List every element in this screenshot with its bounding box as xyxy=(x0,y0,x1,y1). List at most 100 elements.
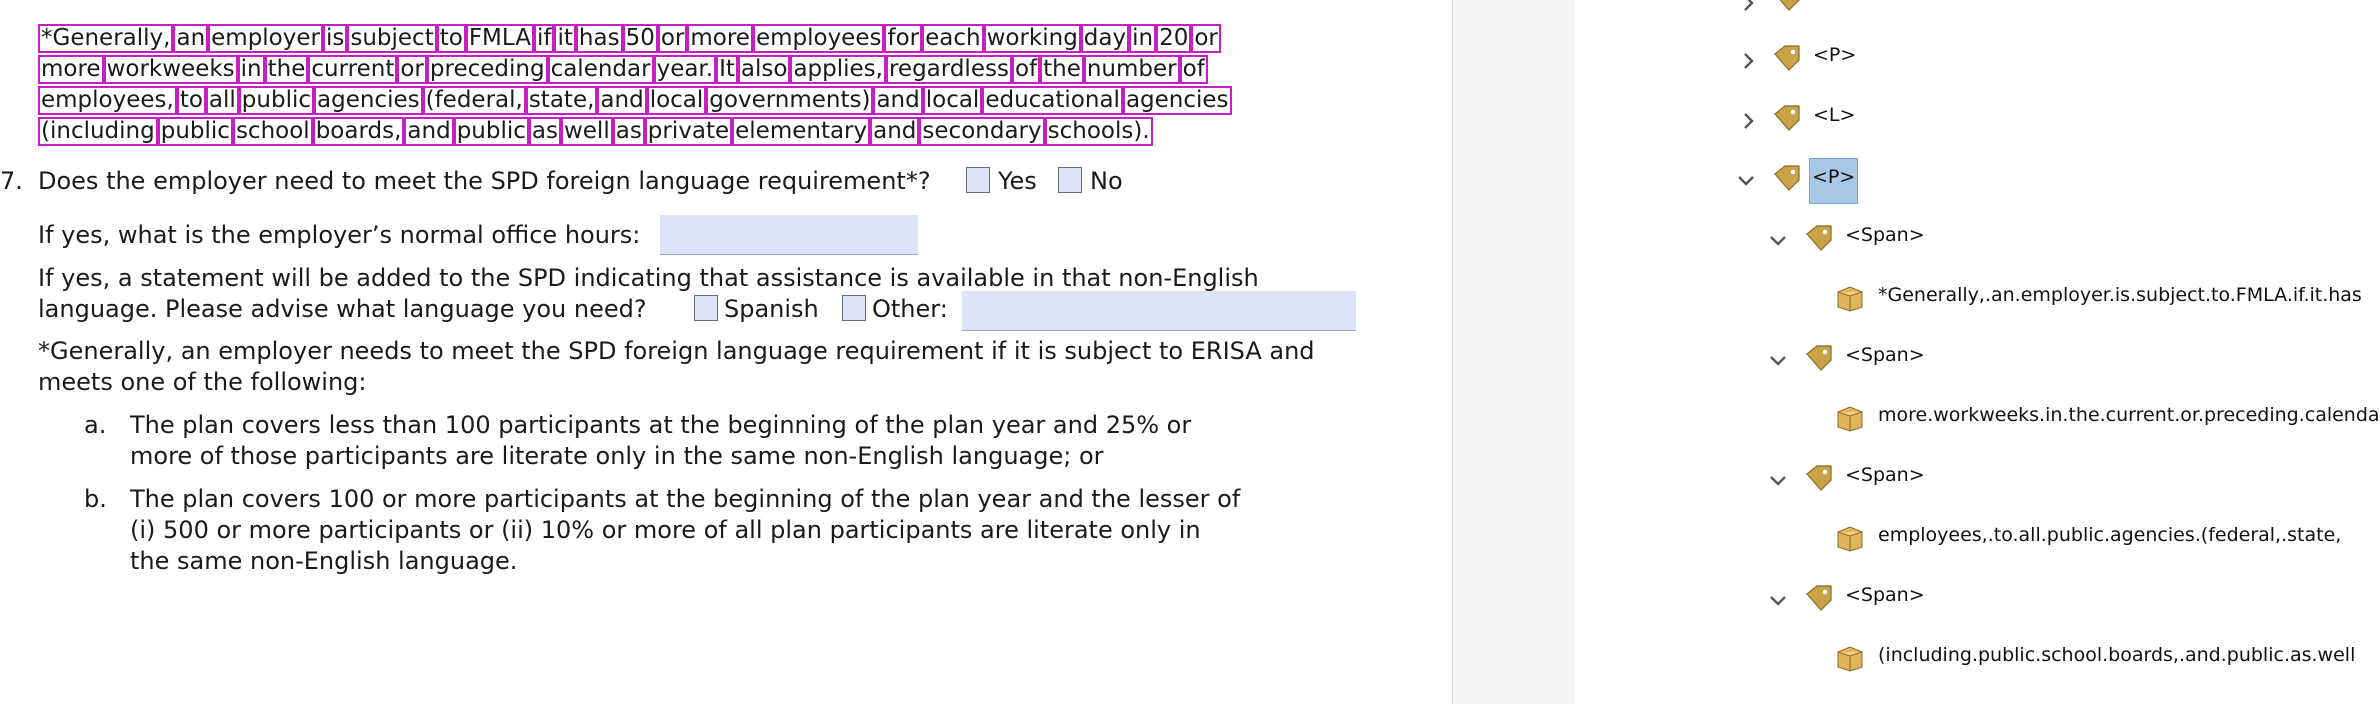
tree-node-label[interactable]: <L> xyxy=(1813,103,1855,127)
highlighted-word[interactable]: number xyxy=(1083,55,1180,84)
highlighted-word[interactable]: public xyxy=(157,117,233,146)
highlighted-word[interactable]: governments) xyxy=(706,86,874,115)
highlighted-word[interactable]: (federal, xyxy=(422,86,526,115)
highlighted-word[interactable]: public xyxy=(453,117,529,146)
highlighted-word[interactable]: and xyxy=(870,117,920,146)
highlighted-word[interactable]: secondary xyxy=(919,117,1045,146)
tree-node-label[interactable]: <Span> xyxy=(1845,463,1925,487)
highlighted-word[interactable]: to xyxy=(176,86,206,115)
highlighted-word[interactable]: all xyxy=(205,86,239,115)
highlighted-word[interactable]: the xyxy=(1040,55,1084,84)
highlighted-word[interactable]: employees xyxy=(752,24,885,53)
chevron-right-icon[interactable] xyxy=(1740,112,1758,130)
highlighted-word[interactable]: or xyxy=(657,24,688,53)
highlighted-word[interactable]: also xyxy=(737,55,791,84)
highlighted-word[interactable]: school xyxy=(232,117,313,146)
tree-node-label[interactable]: <Span> xyxy=(1845,583,1925,607)
tag-icon xyxy=(1774,165,1800,191)
tree-node-label-selected[interactable]: <P> xyxy=(1809,158,1859,204)
highlighted-word[interactable]: or xyxy=(397,55,427,84)
highlighted-word[interactable]: for xyxy=(884,24,923,53)
chevron-right-icon[interactable] xyxy=(1740,0,1758,12)
highlighted-word[interactable]: local xyxy=(922,86,983,115)
highlighted-word[interactable]: or xyxy=(1191,24,1221,53)
highlighted-word[interactable]: public xyxy=(238,86,314,115)
no-checkbox[interactable] xyxy=(1058,167,1082,193)
highlighted-word[interactable]: more xyxy=(687,24,753,53)
chevron-right-icon[interactable] xyxy=(1740,52,1758,70)
question-number: 7. xyxy=(0,167,23,195)
chevron-down-icon[interactable] xyxy=(1769,472,1787,490)
highlighted-word[interactable]: day xyxy=(1080,24,1130,53)
highlighted-word[interactable]: employer xyxy=(208,24,323,53)
highlighted-word[interactable]: each xyxy=(922,24,984,53)
highlighted-word[interactable]: as xyxy=(528,117,561,146)
highlighted-line: (including public school boards, and public as… xyxy=(38,117,1153,146)
highlighted-word[interactable]: regardless xyxy=(885,55,1012,84)
highlighted-word[interactable]: FMLA xyxy=(465,24,534,53)
other-language-field[interactable] xyxy=(962,291,1356,331)
highlighted-word[interactable]: more xyxy=(38,55,104,84)
chevron-down-icon[interactable] xyxy=(1769,232,1787,250)
pane-divider xyxy=(1452,0,1576,704)
yes-checkbox[interactable] xyxy=(966,167,990,193)
highlighted-word[interactable]: and xyxy=(404,117,454,146)
other-checkbox[interactable] xyxy=(842,295,866,321)
highlighted-word[interactable]: applies, xyxy=(790,55,886,84)
highlighted-word[interactable]: preceding xyxy=(426,55,548,84)
highlighted-word[interactable]: *Generally, xyxy=(38,24,174,53)
highlighted-word[interactable]: current xyxy=(308,55,398,84)
tree-content-label[interactable]: more.workweeks.in.the.current.or.precedi… xyxy=(1878,403,2380,427)
highlighted-word[interactable]: year. xyxy=(653,55,717,84)
highlighted-word[interactable]: and xyxy=(597,86,647,115)
highlighted-word[interactable]: 20 xyxy=(1156,24,1192,53)
tree-content-label[interactable]: (including.public.school.boards,.and.pub… xyxy=(1878,643,2355,667)
highlighted-word[interactable]: in xyxy=(1129,24,1157,53)
highlighted-word[interactable]: the xyxy=(264,55,309,84)
chevron-down-icon[interactable] xyxy=(1737,172,1755,190)
highlighted-word[interactable]: agencies xyxy=(314,86,423,115)
highlighted-word[interactable]: subject xyxy=(347,24,437,53)
highlighted-word[interactable]: 50 xyxy=(622,24,658,53)
chevron-down-icon[interactable] xyxy=(1769,592,1787,610)
highlighted-word[interactable]: it xyxy=(554,24,576,53)
highlighted-word[interactable]: boards, xyxy=(312,117,405,146)
item-b-line-1: The plan covers 100 or more participants… xyxy=(130,485,1241,513)
highlighted-word[interactable]: schools). xyxy=(1044,117,1153,146)
highlighted-word[interactable]: elementary xyxy=(732,117,871,146)
highlighted-word[interactable]: calendar xyxy=(547,55,654,84)
tags-tree-pane: <P> <L> <P> <Span> *Generally,.an.employ… xyxy=(1575,0,2380,704)
item-b-line-3: the same non-English language. xyxy=(130,547,518,575)
highlighted-word[interactable]: workweeks xyxy=(103,55,238,84)
generally-line-1: *Generally, an employer needs to meet th… xyxy=(38,337,1315,365)
highlighted-word[interactable]: private xyxy=(644,117,733,146)
office-hours-field[interactable] xyxy=(660,215,918,255)
chevron-down-icon[interactable] xyxy=(1769,352,1787,370)
highlighted-word[interactable]: employees, xyxy=(38,86,177,115)
highlighted-word[interactable]: local xyxy=(646,86,707,115)
highlighted-word[interactable]: (including xyxy=(38,117,158,146)
tree-content-label[interactable]: employees,.to.all.public.agencies.(feder… xyxy=(1878,523,2341,547)
highlighted-word[interactable]: if xyxy=(533,24,555,53)
highlighted-word[interactable]: of xyxy=(1011,55,1041,84)
highlighted-word[interactable]: is xyxy=(322,24,348,53)
highlighted-word[interactable]: working xyxy=(983,24,1081,53)
highlighted-word[interactable]: has xyxy=(575,24,623,53)
highlighted-word[interactable]: agencies xyxy=(1122,86,1232,115)
highlighted-word[interactable]: state, xyxy=(525,86,598,115)
highlighted-word[interactable]: of xyxy=(1179,55,1208,84)
highlighted-word[interactable]: to xyxy=(436,24,466,53)
spanish-checkbox[interactable] xyxy=(694,295,718,321)
tree-content-label[interactable]: *Generally,.an.employer.is.subject.to.FM… xyxy=(1878,283,2362,307)
highlighted-word[interactable]: well xyxy=(560,117,613,146)
highlighted-word[interactable]: and xyxy=(873,86,923,115)
highlighted-word[interactable]: in xyxy=(237,55,265,84)
tag-icon xyxy=(1806,225,1832,251)
highlighted-word[interactable]: educational xyxy=(982,86,1123,115)
tree-node-label[interactable]: <Span> xyxy=(1845,223,1925,247)
highlighted-word[interactable]: It xyxy=(716,55,738,84)
tree-node-label[interactable]: <Span> xyxy=(1845,343,1925,367)
highlighted-word[interactable]: as xyxy=(612,117,645,146)
highlighted-word[interactable]: an xyxy=(173,24,209,53)
tree-node-label[interactable]: <P> xyxy=(1813,43,1856,67)
